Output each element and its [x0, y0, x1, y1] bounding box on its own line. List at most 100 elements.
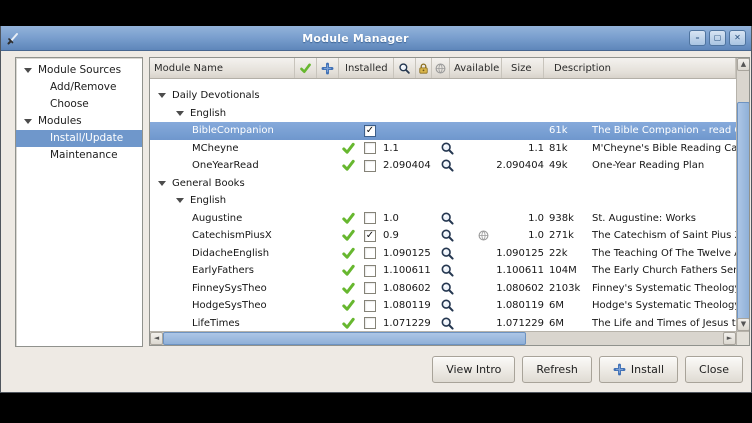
- table-row-module[interactable]: DidacheEnglish1.0901251.09012522kThe Tea…: [150, 245, 736, 263]
- sidebar-item-install-update[interactable]: Install/Update: [16, 130, 142, 147]
- column-label: Description: [550, 63, 611, 74]
- module-info-button[interactable]: [436, 298, 458, 313]
- column-header-inst[interactable]: Installed: [339, 58, 394, 78]
- installed-version: 1.071229: [381, 318, 436, 329]
- table-row-group[interactable]: Daily Devotionals: [150, 87, 736, 105]
- column-header-box[interactable]: [317, 58, 339, 78]
- vertical-scrollbar[interactable]: ▲ ▼: [736, 58, 749, 331]
- table-row-module[interactable]: HodgeSysTheo1.0801191.0801196MHodge's Sy…: [150, 297, 736, 315]
- maximize-button[interactable]: ▢: [709, 30, 726, 46]
- table-row-module[interactable]: OneYearRead2.0904042.09040449kOne-Year R…: [150, 157, 736, 175]
- column-header-desc[interactable]: Description: [544, 58, 736, 78]
- install-checkbox[interactable]: [364, 247, 376, 259]
- module-info-button[interactable]: [436, 158, 458, 173]
- module-info-button[interactable]: [436, 263, 458, 278]
- column-header-mag[interactable]: [394, 58, 416, 78]
- module-info-button[interactable]: [436, 316, 458, 330]
- refresh-button[interactable]: Refresh: [522, 356, 592, 383]
- available-version: 1.080119: [492, 300, 544, 311]
- module-description: St. Augustine: Works: [586, 213, 736, 224]
- view-intro-button[interactable]: View Intro: [432, 356, 515, 383]
- module-name: FinneySysTheo: [192, 283, 267, 294]
- available-version: 1.1: [492, 143, 544, 154]
- column-header-chk[interactable]: [295, 58, 317, 78]
- install-checkbox[interactable]: [364, 142, 376, 154]
- table-row-module[interactable]: FinneySysTheo1.0806021.0806022103kFinney…: [150, 280, 736, 298]
- vertical-scroll-thumb[interactable]: [737, 102, 750, 331]
- minimize-button[interactable]: –: [689, 30, 706, 46]
- magnifier-icon: [440, 228, 455, 243]
- table-row-group[interactable]: English: [150, 192, 736, 210]
- module-info-button[interactable]: [436, 141, 458, 156]
- module-info-button[interactable]: [436, 228, 458, 243]
- column-label: Size: [507, 63, 532, 74]
- column-header-size[interactable]: Size: [502, 58, 544, 78]
- module-name: OneYearRead: [192, 160, 259, 171]
- sidebar-item-maintenance[interactable]: Maintenance: [16, 147, 142, 164]
- install-checkbox[interactable]: [364, 317, 376, 329]
- close-button[interactable]: ✕: [729, 30, 746, 46]
- module-info-button[interactable]: [436, 246, 458, 261]
- table-row-module[interactable]: CatechismPiusX✓0.91.0271kThe Catechism o…: [150, 227, 736, 245]
- install-checkbox[interactable]: [364, 300, 376, 312]
- expander-triangle-icon[interactable]: [158, 93, 166, 98]
- available-version: 1.0: [492, 213, 544, 224]
- horizontal-scroll-thumb[interactable]: [163, 332, 526, 345]
- expander-triangle-icon[interactable]: [176, 198, 184, 203]
- expander-triangle-icon[interactable]: [24, 68, 32, 73]
- sidebar-tree: Module SourcesAdd/RemoveChooseModulesIns…: [15, 57, 143, 347]
- table-header: Module Name Installed Available Size Descrip…: [150, 58, 736, 79]
- module-size: 49k: [544, 160, 586, 171]
- installed-version: 1.100611: [381, 265, 436, 276]
- magnifier-icon: [440, 211, 455, 226]
- scroll-down-button[interactable]: ▼: [737, 318, 750, 331]
- titlebar[interactable]: Module Manager –▢✕: [1, 26, 751, 51]
- sidebar-item-module-sources[interactable]: Module Sources: [16, 62, 142, 79]
- expander-triangle-icon[interactable]: [158, 181, 166, 186]
- module-name: LifeTimes: [192, 318, 240, 329]
- expander-triangle-icon[interactable]: [24, 119, 32, 124]
- table-row-module[interactable]: EarlyFathers1.1006111.100611104MThe Earl…: [150, 262, 736, 280]
- module-size: 938k: [544, 213, 586, 224]
- scroll-up-button[interactable]: ▲: [737, 58, 750, 71]
- sidebar-item-modules[interactable]: Modules: [16, 113, 142, 130]
- table-row-module[interactable]: MCheyne1.11.181kM'Cheyne's Bible Reading…: [150, 140, 736, 158]
- install-checkbox[interactable]: ✓: [364, 230, 376, 242]
- column-header-lock[interactable]: [416, 58, 432, 78]
- table-row-module[interactable]: Augustine1.01.0938kSt. Augustine: Works: [150, 210, 736, 228]
- sidebar-item-label: Choose: [50, 96, 89, 113]
- lock-icon: [417, 62, 430, 75]
- column-header-upd[interactable]: [432, 58, 450, 78]
- column-header-avail[interactable]: Available: [450, 58, 502, 78]
- sidebar-item-choose[interactable]: Choose: [16, 96, 142, 113]
- available-version: 1.090125: [492, 248, 544, 259]
- expander-triangle-icon[interactable]: [176, 111, 184, 116]
- module-description: The Bible Companion - read OT once: [586, 125, 736, 136]
- check-icon: [341, 316, 356, 330]
- table-row-group[interactable]: English: [150, 105, 736, 123]
- table-row-group[interactable]: General Books: [150, 175, 736, 193]
- module-info-button[interactable]: [436, 211, 458, 226]
- group-label: Glossaries: [172, 78, 223, 79]
- sidebar-item-add-remove[interactable]: Add/Remove: [16, 79, 142, 96]
- column-header-name[interactable]: Module Name: [150, 58, 295, 78]
- close-dialog-button[interactable]: Close: [685, 356, 743, 383]
- dialog-buttons: View Intro Refresh Install Close: [432, 356, 743, 383]
- table-row-module[interactable]: LifeTimes1.0712291.0712296MThe Life and …: [150, 315, 736, 331]
- install-checkbox[interactable]: [364, 282, 376, 294]
- module-manager-window: Module Manager –▢✕ Module SourcesAdd/Rem…: [0, 26, 752, 393]
- group-label: English: [190, 108, 226, 119]
- install-checkbox[interactable]: [364, 265, 376, 277]
- install-checkbox[interactable]: [364, 212, 376, 224]
- install-checkbox[interactable]: [364, 160, 376, 172]
- install-button[interactable]: Install: [599, 356, 678, 383]
- available-version: 1.080602: [492, 283, 544, 294]
- install-checkbox[interactable]: ✓: [364, 125, 376, 137]
- table-row-module[interactable]: BibleCompanion✓61kThe Bible Companion - …: [150, 122, 736, 140]
- scroll-left-button[interactable]: ◄: [150, 332, 163, 345]
- check-icon: [341, 298, 356, 313]
- scroll-right-button[interactable]: ►: [723, 332, 736, 345]
- module-info-button[interactable]: [436, 281, 458, 296]
- table-row-partial[interactable]: Glossaries: [150, 78, 736, 87]
- horizontal-scrollbar[interactable]: ◄ ►: [150, 331, 736, 345]
